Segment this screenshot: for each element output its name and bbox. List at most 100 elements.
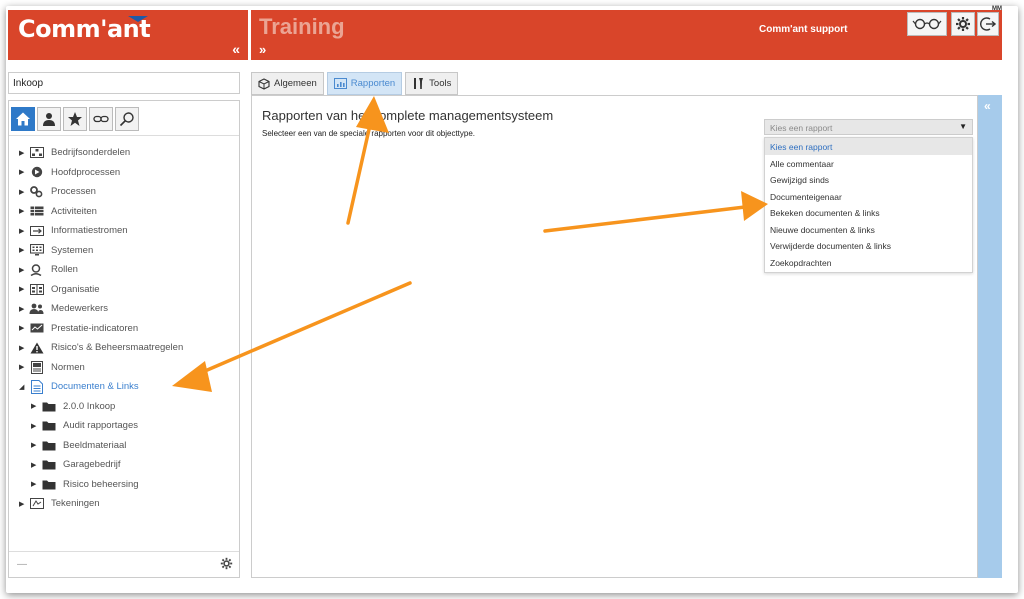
- tab-links[interactable]: [89, 107, 113, 131]
- tree-folder-item[interactable]: ▶ 2.0.0 Inkoop: [19, 397, 239, 417]
- report-option[interactable]: Kies een rapport: [765, 138, 972, 155]
- report-option[interactable]: Gewijzigd sinds: [765, 171, 972, 188]
- collapsed-arrow-icon[interactable]: ▶: [19, 266, 29, 274]
- report-option[interactable]: Documenteigenaar: [765, 188, 972, 205]
- section-title: Rapporten van het complete managementsys…: [262, 108, 554, 123]
- tree-item-label: Rollen: [51, 264, 78, 276]
- tree-folder-item[interactable]: ▶ Garagebedrijf: [19, 455, 239, 475]
- divider: [9, 135, 239, 136]
- tree-item[interactable]: ▶ Bedrijfsonderdelen: [19, 143, 239, 163]
- collapsed-arrow-icon[interactable]: ▶: [31, 461, 41, 469]
- tree-item-label: Normen: [51, 361, 85, 373]
- tree-item[interactable]: ▶ Informatiestromen: [19, 221, 239, 241]
- tab-algemeen[interactable]: Algemeen: [251, 72, 324, 95]
- tree-item-label: Risico's & Beheersmaatregelen: [51, 342, 184, 354]
- panel-settings-button[interactable]: [220, 557, 233, 575]
- chevron-down-icon: ▼: [959, 122, 967, 131]
- user-initials: MM: [992, 6, 1002, 12]
- search-icon: [119, 112, 134, 127]
- tree-folder-item[interactable]: ▶ Audit rapportages: [19, 416, 239, 436]
- collapsed-arrow-icon[interactable]: ▶: [19, 149, 29, 157]
- collapsed-arrow-icon[interactable]: ▶: [31, 402, 41, 410]
- section-subtitle: Selecteer een van de speciale rapporten …: [262, 129, 476, 138]
- tree-item-label: Prestatie-indicatoren: [51, 322, 139, 334]
- tree-item[interactable]: ◢ Documenten & Links: [19, 377, 239, 397]
- folder-icon: [41, 459, 56, 471]
- collapsed-arrow-icon[interactable]: ▶: [19, 344, 29, 352]
- tab-search[interactable]: [115, 107, 139, 131]
- gear-icon: [956, 17, 970, 31]
- tree-folder-item[interactable]: ▶ Beeldmateriaal: [19, 436, 239, 456]
- report-option[interactable]: Alle commentaar: [765, 155, 972, 172]
- report-option[interactable]: Zoekopdrachten: [765, 254, 972, 271]
- tab-rapporten[interactable]: Rapporten: [326, 72, 403, 95]
- collapsed-arrow-icon[interactable]: ▶: [19, 324, 29, 332]
- collapsed-arrow-icon[interactable]: ▶: [19, 305, 29, 313]
- tree-item[interactable]: ▶ Rollen: [19, 260, 239, 280]
- report-option[interactable]: Verwijderde documenten & links: [765, 237, 972, 254]
- object-tree: ▶ Bedrijfsonderdelen ▶ Hoofdprocessen ▶ Proce…: [19, 143, 239, 514]
- report-select[interactable]: Kies een rapport ▼: [764, 119, 973, 135]
- settings-button[interactable]: [951, 12, 975, 36]
- gear-icon: [220, 557, 233, 570]
- report-option[interactable]: Bekeken documenten & links: [765, 204, 972, 221]
- tree-item[interactable]: ▶ Tekeningen: [19, 494, 239, 514]
- tree-item[interactable]: ▶ Hoofdprocessen: [19, 163, 239, 183]
- tab-home[interactable]: [11, 107, 35, 131]
- tree-item[interactable]: ▶ Normen: [19, 358, 239, 378]
- tree-item-label: Medewerkers: [51, 303, 109, 315]
- people-icon: [29, 303, 44, 315]
- tree-item[interactable]: ▶ Systemen: [19, 241, 239, 261]
- collapsed-arrow-icon[interactable]: ▶: [19, 363, 29, 371]
- user-icon: [43, 113, 55, 126]
- collapsed-arrow-icon[interactable]: ▶: [31, 480, 41, 488]
- tree-item-label: Activiteiten: [51, 205, 97, 217]
- collapsed-arrow-icon[interactable]: ▶: [19, 500, 29, 508]
- collapsed-arrow-icon[interactable]: ▶: [31, 441, 41, 449]
- search-input[interactable]: Inkoop: [8, 72, 240, 94]
- glasses-button[interactable]: [907, 12, 947, 36]
- tools-icon: [414, 78, 424, 89]
- tree-item[interactable]: ▶ Organisatie: [19, 280, 239, 300]
- tree-item[interactable]: ▶ Risico's & Beheersmaatregelen: [19, 338, 239, 358]
- collapsed-arrow-icon[interactable]: ▶: [19, 168, 29, 176]
- collapsed-arrow-icon[interactable]: ▶: [19, 207, 29, 215]
- navigation-panel: ▶ Bedrijfsonderdelen ▶ Hoofdprocessen ▶ Proce…: [8, 100, 240, 578]
- logo: Comm'ant: [18, 15, 151, 43]
- document-icon: [29, 379, 44, 394]
- collapsed-arrow-icon[interactable]: ▶: [19, 285, 29, 293]
- right-collapse-bar[interactable]: «: [978, 95, 1002, 578]
- tree-item[interactable]: ▶ Prestatie-indicatoren: [19, 319, 239, 339]
- collapse-right-button[interactable]: «: [984, 99, 991, 113]
- tab-favorites[interactable]: [63, 107, 87, 131]
- collapsed-arrow-icon[interactable]: ▶: [19, 188, 29, 196]
- tree-item-label: Bedrijfsonderdelen: [51, 147, 131, 159]
- folder-icon: [41, 439, 56, 451]
- logout-button[interactable]: [977, 12, 999, 36]
- cube-icon: [258, 77, 270, 90]
- collapsed-arrow-icon[interactable]: ▶: [19, 227, 29, 235]
- tab-label: Algemeen: [274, 78, 317, 89]
- tree-item[interactable]: ▶ Processen: [19, 182, 239, 202]
- support-link[interactable]: Comm'ant support: [759, 24, 848, 35]
- tree-item-label: Organisatie: [51, 283, 100, 295]
- collapse-left-button[interactable]: «: [232, 41, 240, 57]
- expanded-arrow-icon[interactable]: ◢: [19, 383, 29, 391]
- collapsed-arrow-icon[interactable]: ▶: [19, 246, 29, 254]
- tab-tools[interactable]: Tools: [405, 72, 459, 95]
- tree-item[interactable]: ▶ Medewerkers: [19, 299, 239, 319]
- home-icon: [16, 112, 30, 126]
- tab-user[interactable]: [37, 107, 61, 131]
- panel-footer: —: [9, 551, 239, 577]
- expand-button[interactable]: »: [259, 42, 266, 57]
- tree-item-label: Documenten & Links: [51, 381, 139, 393]
- chart-icon: [333, 78, 347, 89]
- tree-item-label: Beeldmateriaal: [63, 439, 127, 451]
- role-icon: [29, 264, 44, 276]
- report-option[interactable]: Nieuwe documenten & links: [765, 221, 972, 238]
- tree-item-label: Garagebedrijf: [63, 459, 121, 471]
- kpi-icon: [29, 322, 44, 334]
- tree-folder-item[interactable]: ▶ Risico beheersing: [19, 475, 239, 495]
- collapsed-arrow-icon[interactable]: ▶: [31, 422, 41, 430]
- tree-item[interactable]: ▶ Activiteiten: [19, 202, 239, 222]
